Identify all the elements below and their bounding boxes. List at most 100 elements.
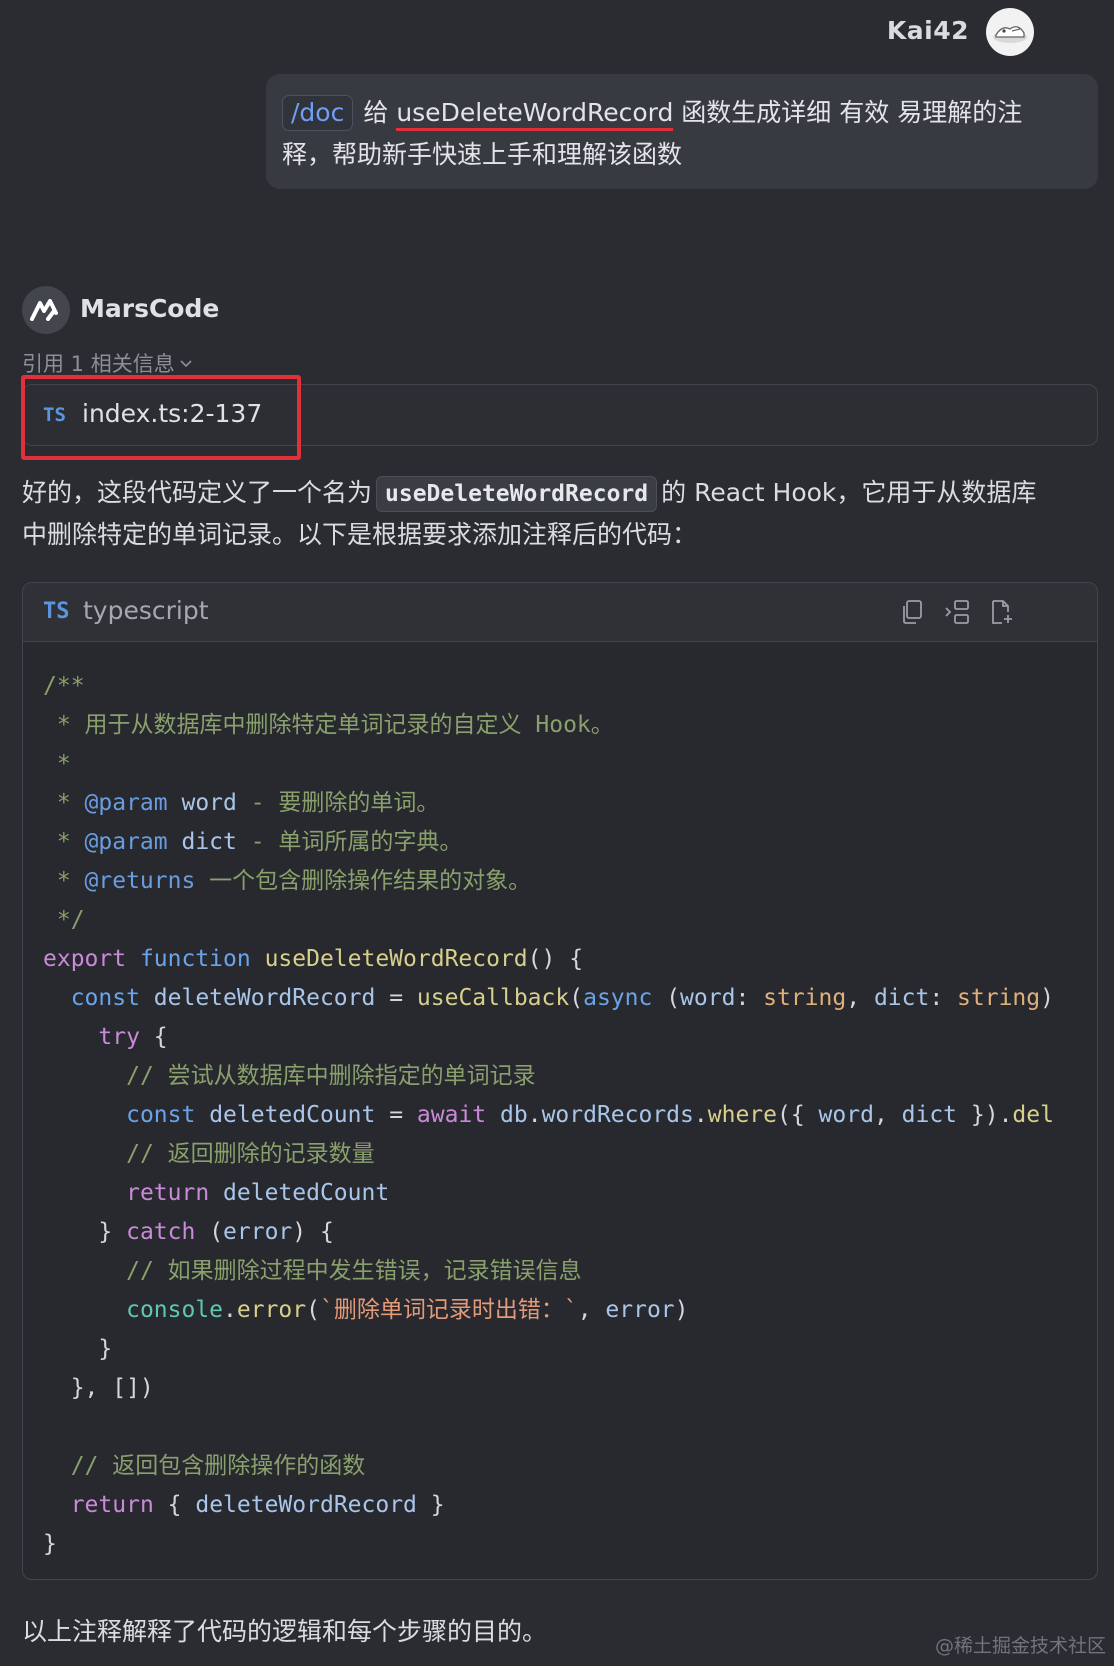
code-token: ) [1040, 985, 1054, 1011]
function-name-mention: useDeleteWordRecord [396, 98, 674, 131]
doc-command-chip[interactable]: /doc [282, 95, 354, 131]
code-token: ( [306, 1297, 320, 1323]
user-message-line-1: /doc 给 useDeleteWordRecord 函数生成详细 有效 易理解的… [282, 92, 1080, 134]
code-token: // 尝试从数据库中删除指定的单词记录 [126, 1063, 536, 1089]
new-file-icon[interactable] [987, 597, 1017, 627]
message-prefix: 给 [363, 98, 389, 127]
code-line: }, []) [43, 1369, 1097, 1408]
code-token: const [126, 1102, 210, 1128]
code-token: deleteWordRecord [153, 985, 376, 1011]
code-token: dict [873, 985, 930, 1011]
code-token: , [846, 985, 874, 1011]
reference-toggle[interactable]: 引用 1 相关信息 [22, 348, 193, 378]
reference-label: 引用 1 相关信息 [22, 352, 175, 376]
code-token: useDeleteWordRecord [264, 946, 528, 972]
user-avatar[interactable] [986, 8, 1034, 56]
code-line: const deleteWordRecord = useCallback(asy… [43, 979, 1097, 1018]
code-line: */ [43, 901, 1097, 940]
code-line: // 尝试从数据库中删除指定的单词记录 [43, 1057, 1097, 1096]
code-token: } [43, 1531, 57, 1557]
code-token: , [577, 1297, 606, 1323]
chevron-down-icon [180, 360, 192, 368]
code-token: word [818, 1102, 874, 1128]
code-token: . [223, 1297, 237, 1323]
code-token: string [957, 985, 1041, 1011]
code-token: 一个包含删除操作结果的对象。 [195, 868, 532, 894]
code-token: } [43, 1219, 127, 1245]
marscode-logo-icon [30, 299, 58, 321]
code-token: - 要删除的单词。 [236, 790, 440, 816]
code-token: } [416, 1492, 445, 1518]
assistant-name: MarsCode [80, 294, 220, 323]
code-token: async [583, 985, 653, 1011]
code-token: const [70, 985, 154, 1011]
code-token: `删除单词记录时出错：` [320, 1297, 578, 1323]
avatar-illustration-icon [993, 26, 1027, 43]
code-line: } catch (error) { [43, 1213, 1097, 1252]
code-token: export [43, 946, 140, 972]
code-token: error [605, 1297, 675, 1323]
code-token: return [70, 1492, 154, 1518]
code-token: } [43, 1336, 113, 1362]
code-line: } [43, 1330, 1097, 1369]
code-token: }, []) [43, 1375, 154, 1401]
code-content[interactable]: /** * 用于从数据库中删除特定单词记录的自定义 Hook。 * * @par… [43, 667, 1097, 1564]
code-token: return [126, 1180, 224, 1206]
copy-icon[interactable] [897, 597, 927, 627]
marscode-avatar [22, 286, 70, 334]
code-token: : [735, 985, 764, 1011]
code-token: /** [43, 673, 85, 699]
code-line: // 返回包含删除操作的函数 [43, 1447, 1097, 1486]
code-token: = [375, 1102, 417, 1128]
code-token: * [43, 751, 71, 777]
code-token: deletedCount [209, 1102, 376, 1128]
code-token: catch [126, 1219, 196, 1245]
code-line: // 如果删除过程中发生错误，记录错误信息 [43, 1252, 1097, 1291]
answer-text: 好的，这段代码定义了一个名为 useDeleteWordRecord 的 React… [22, 472, 1102, 556]
code-line: ​ [43, 1408, 1097, 1447]
code-line: * @param dict - 单词所属的字典。 [43, 823, 1097, 862]
code-line: // 返回删除的记录数量 [43, 1135, 1097, 1174]
code-token: error [223, 1219, 293, 1245]
code-token: deletedCount [223, 1180, 390, 1206]
code-token: ( [652, 985, 681, 1011]
code-token: * [43, 790, 85, 816]
code-line: console.error(`删除单词记录时出错：`, error) [43, 1291, 1097, 1330]
code-token: dict [167, 829, 237, 855]
code-token: useCallback [416, 985, 570, 1011]
code-token: @param [84, 829, 168, 855]
code-line: return { deleteWordRecord } [43, 1486, 1097, 1525]
inline-code-function: useDeleteWordRecord [376, 476, 658, 512]
user-name: Kai42 [886, 16, 969, 45]
code-line: * 用于从数据库中删除特定单词记录的自定义 Hook。 [43, 706, 1097, 745]
code-line: /** [43, 667, 1097, 706]
code-token: word [680, 985, 736, 1011]
code-token: () { [527, 946, 584, 972]
code-line: const deletedCount = await db.wordRecord… [43, 1096, 1097, 1135]
message-rest: 函数生成详细 有效 易理解的注 [681, 98, 1023, 127]
code-token: , [873, 1102, 902, 1128]
code-token: try [98, 1024, 140, 1050]
code-token: word [167, 790, 237, 816]
code-token: // 返回删除的记录数量 [126, 1141, 375, 1167]
code-token: await [416, 1102, 500, 1128]
code-block: TS typescript /** * 用于从数据库中删除特定单词记录的自定义 … [22, 582, 1098, 1580]
code-token: string [763, 985, 847, 1011]
insert-icon[interactable] [942, 597, 972, 627]
code-line: * @returns 一个包含删除操作结果的对象。 [43, 862, 1097, 901]
answer-part-1: 好的，这段代码定义了一个名为 [22, 478, 373, 507]
answer-part-2: 的 React Hook，它用于从数据库 [661, 478, 1037, 507]
code-token: db [500, 1102, 528, 1128]
code-token: wordRecords [541, 1102, 694, 1128]
code-token: console [126, 1297, 224, 1323]
red-highlight-box [21, 375, 301, 460]
code-line: } [43, 1525, 1097, 1564]
code-line: try { [43, 1018, 1097, 1057]
code-token: }). [957, 1102, 1013, 1128]
